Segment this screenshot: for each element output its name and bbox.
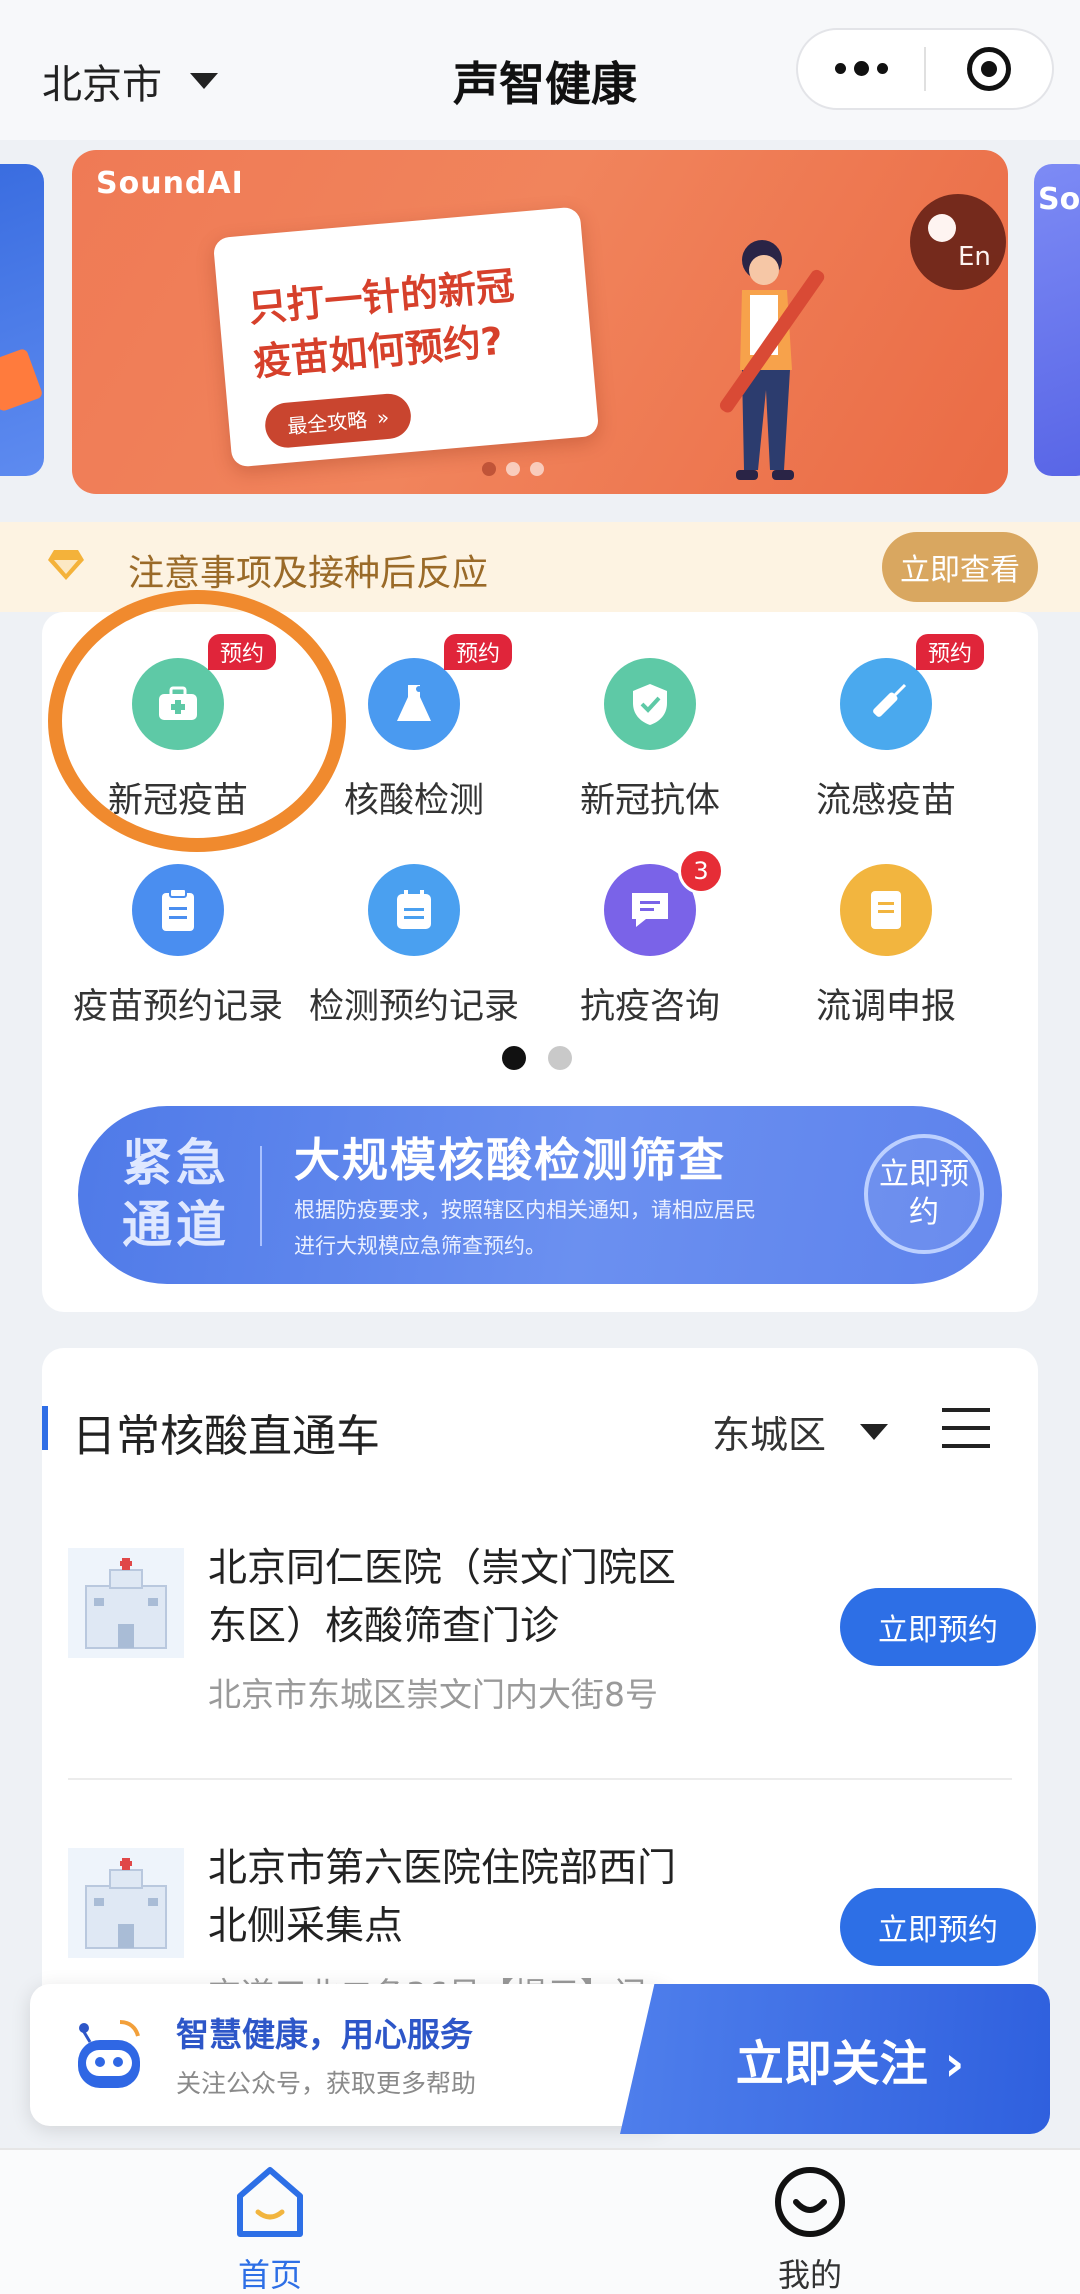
book-now-circle-button[interactable]: 立即预约 (864, 1134, 984, 1254)
service-label: 疫苗预约记录 (72, 987, 283, 1027)
tab-label: 首页 (237, 2256, 302, 2294)
service-flu-vaccine[interactable]: 预约 流感疫苗 (766, 634, 1006, 823)
service-label: 流感疫苗 (815, 781, 956, 821)
list-menu-icon[interactable] (942, 1408, 990, 1448)
service-label: 新冠抗体 (579, 781, 720, 821)
smile-icon (775, 2167, 845, 2237)
carousel-peek-left[interactable] (0, 164, 44, 476)
follow-title: 智慧健康，用心服务 (176, 2015, 473, 2054)
banner-card: 只打一针的新冠疫苗如何预约? 最全攻略» (212, 206, 600, 468)
emergency-screening-banner[interactable]: 紧急通道 大规模核酸检测筛查 根据防疫要求，按照辖区内相关通知，请相应居民进行大… (78, 1106, 1002, 1284)
flask-icon (368, 658, 460, 750)
follow-now-button[interactable]: 立即关注 › (620, 1984, 1050, 2134)
robot-mascot-icon (78, 2020, 140, 2088)
home-icon (237, 2167, 303, 2237)
service-vaccine-records[interactable]: 疫苗预约记录 (58, 864, 298, 1029)
service-antibody[interactable]: 新冠抗体 (530, 658, 770, 823)
screening-description: 根据防疫要求，按照辖区内相关通知，请相应居民进行大规模应急筛查预约。 (294, 1198, 756, 1258)
more-icon[interactable] (798, 60, 924, 76)
service-label: 检测预约记录 (308, 987, 519, 1027)
book-now-button[interactable]: 立即预约 (840, 1888, 1036, 1966)
appointment-tag: 预约 (916, 634, 985, 670)
app-header: 北京市 声智健康 (0, 0, 1080, 140)
screening-title: 大规模核酸检测筛查 (294, 1133, 726, 1187)
view-now-button[interactable]: 立即查看 (882, 532, 1038, 602)
carousel-peek-right[interactable]: So (1034, 164, 1080, 476)
list-item[interactable]: 北京同仁医院（崇文门院区东区）核酸筛查门诊 北京市东城区崇文门内大街8号 立即预… (68, 1546, 1036, 1798)
clipboard-icon (132, 864, 224, 956)
district-selector[interactable]: 东城区 (712, 1404, 889, 1459)
follow-account-bar: 智慧健康，用心服务 关注公众号，获取更多帮助 立即关注 › (30, 1984, 1050, 2134)
document-icon (840, 864, 932, 956)
calendar-icon (368, 864, 460, 956)
section-title: 日常核酸直通车 (72, 1411, 380, 1462)
chevron-down-icon (860, 1423, 889, 1440)
service-label: 流调申报 (815, 987, 956, 1027)
close-target-icon[interactable] (926, 47, 1052, 91)
banner-divider (260, 1146, 262, 1246)
soundai-logo: SoundAI (96, 166, 244, 201)
service-test-records[interactable]: 检测预约记录 (294, 864, 534, 1029)
notice-text: 注意事项及接种后反应 (128, 553, 489, 594)
book-now-button[interactable]: 立即预约 (840, 1588, 1036, 1666)
daily-test-list: 日常核酸直通车 东城区 北京同仁医院（崇文门院区东区）核酸筛查门诊 北京市东城区… (42, 1348, 1038, 2068)
hospital-name: 北京同仁医院（崇文门院区东区）核酸筛查门诊 (208, 1546, 677, 1649)
toggle-dot-icon (928, 214, 956, 242)
promo-banner[interactable]: SoundAI 只打一针的新冠疫苗如何预约? 最全攻略» En (72, 150, 1008, 494)
hospital-icon (68, 1848, 184, 1958)
emergency-channel-label: 紧急通道 (122, 1134, 230, 1254)
woman-with-pencil-illustration (719, 240, 825, 480)
syringe-icon (840, 658, 932, 750)
hospital-address: 北京市东城区崇文门内大街8号 (208, 1675, 658, 1714)
follow-info: 智慧健康，用心服务 关注公众号，获取更多帮助 (30, 1984, 670, 2126)
hospital-icon (68, 1548, 184, 1658)
diamond-icon (48, 550, 84, 580)
double-chevron-icon: » (375, 404, 391, 430)
service-consultation[interactable]: 3 抗疫咨询 (530, 848, 770, 1029)
shield-check-icon (604, 658, 696, 750)
banner-cta-button[interactable]: 最全攻略» (263, 391, 413, 450)
district-label: 东城区 (712, 1413, 827, 1457)
tab-mine[interactable]: 我的 (710, 2162, 910, 2294)
bottom-tab-bar: 首页 我的 (0, 2148, 1080, 2294)
hospital-name: 北京市第六医院住院部西门北侧采集点 (208, 1846, 677, 1949)
grid-page-indicator (502, 1046, 572, 1070)
carousel-indicator (482, 462, 544, 476)
service-epidemiological-report[interactable]: 流调申报 (766, 864, 1006, 1029)
appointment-tag: 预约 (444, 634, 513, 670)
highlight-circle-annotation (48, 590, 346, 852)
service-label: 抗疫咨询 (579, 987, 720, 1027)
banner-headline: 只打一针的新冠疫苗如何预约? (247, 263, 516, 385)
unread-count-badge: 3 (678, 848, 724, 894)
language-toggle[interactable]: En (910, 194, 1006, 290)
tab-label: 我的 (777, 2256, 842, 2294)
tab-home[interactable]: 首页 (170, 2162, 370, 2294)
mini-program-capsule (796, 28, 1054, 110)
follow-subtitle: 关注公众号，获取更多帮助 (176, 2069, 477, 2098)
row-divider (68, 1778, 1012, 1780)
title-accent-bar (42, 1406, 48, 1450)
